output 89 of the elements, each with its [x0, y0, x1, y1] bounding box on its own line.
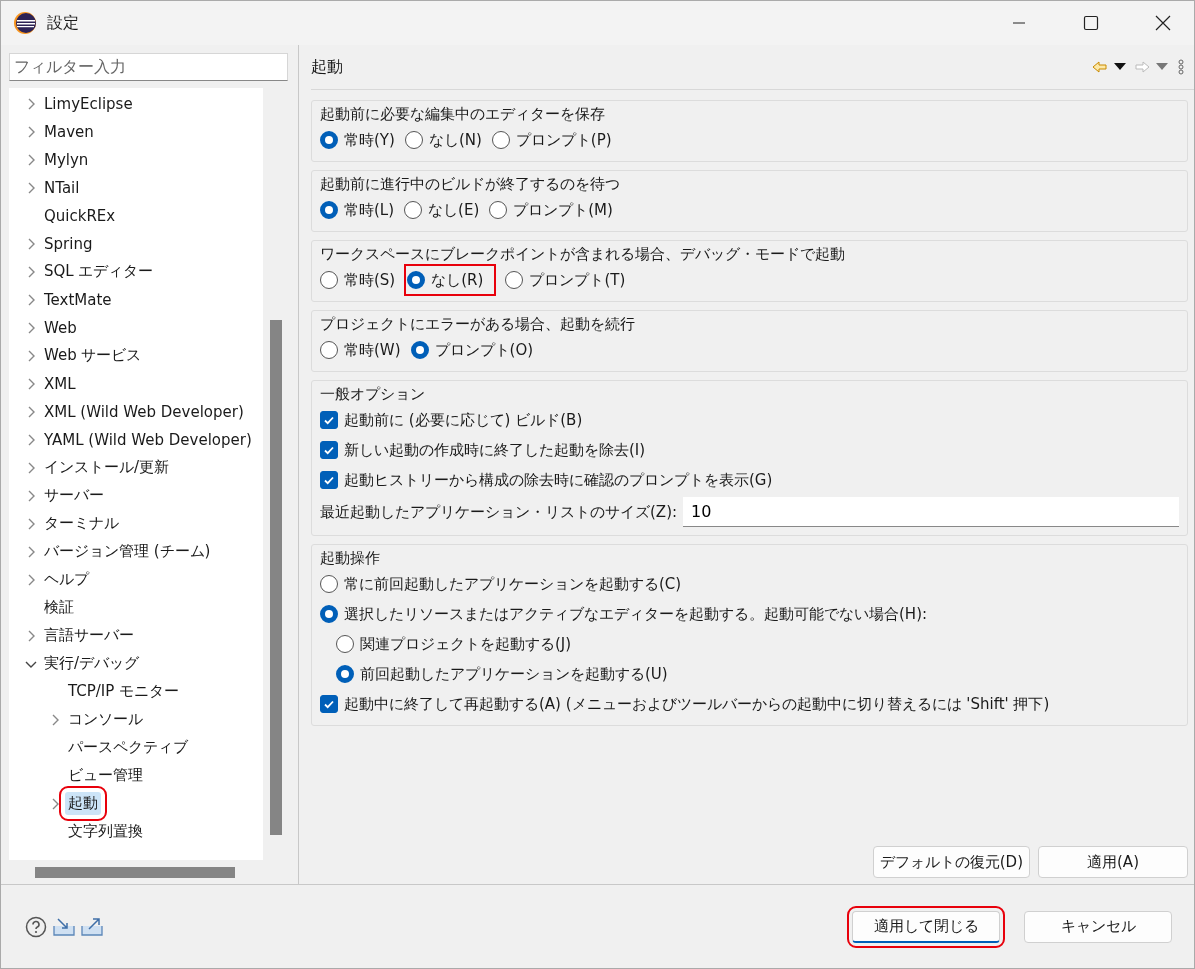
radio-indicator[interactable] [505, 271, 524, 289]
radio-indicator[interactable] [491, 131, 510, 149]
tree-item[interactable]: XML (Wild Web Developer) [41, 400, 247, 423]
radio-indicator[interactable] [336, 665, 354, 683]
checkbox-option[interactable]: 起動ヒストリーから構成の除去時に確認のプロンプトを表示(G) [320, 465, 1179, 495]
group-title: ワークスペースにブレークポイントが含まれる場合、デバッグ・モードで起動 [320, 244, 846, 265]
tree-item[interactable]: Mylyn [41, 148, 92, 171]
radio-option[interactable]: 常時(Y) [320, 125, 395, 155]
tree-item[interactable]: ターミナル [41, 512, 122, 536]
radio-option[interactable]: 前回起動したアプリケーションを起動する(U) [336, 659, 1179, 689]
radio-indicator[interactable] [404, 131, 423, 149]
radio-option[interactable]: 常時(L) [320, 195, 395, 225]
group-title: 起動前に進行中のビルドが終了するのを待つ [320, 174, 621, 195]
checkbox-option[interactable]: 起動中に終了して再起動する(A) (メニューおよびツールバーからの起動中に切り替えるには 'Shift' 押下) [320, 689, 1179, 719]
tree-item[interactable]: 言語サーバー [41, 624, 137, 648]
tree-item[interactable]: YAML (Wild Web Developer) [41, 428, 255, 451]
radio-indicator[interactable] [320, 201, 338, 219]
checkbox-indicator[interactable] [320, 441, 338, 459]
group-title: 起動前に必要な編集中のエディターを保存 [320, 104, 606, 125]
radio-option[interactable]: なし(N) [404, 125, 482, 155]
window-title: 設定 [47, 12, 80, 34]
tree-item[interactable]: TextMate [41, 288, 115, 311]
close-icon [1155, 15, 1171, 31]
input-field[interactable]: 10 [683, 497, 1179, 527]
filter-field[interactable]: フィルター入力 [9, 53, 288, 81]
radio-indicator[interactable] [320, 575, 338, 593]
scrollbar-thumb[interactable] [35, 866, 235, 878]
tree-item[interactable]: サーバー [41, 484, 107, 508]
tree-item[interactable]: SQL エディター [41, 260, 157, 284]
checkbox-option[interactable]: 起動前に (必要に応じて) ビルド(B) [320, 405, 1179, 435]
group-title: 起動操作 [320, 548, 381, 569]
back-arrow-icon[interactable] [1092, 60, 1108, 74]
tree-item[interactable]: 実行/デバッグ [41, 652, 143, 676]
tree-item[interactable]: NTail [41, 176, 83, 199]
tree-item[interactable]: LimyEclipse [41, 92, 136, 115]
page-button[interactable]: デフォルトの復元(D) [872, 846, 1030, 878]
tree-item[interactable]: Web サービス [41, 344, 145, 368]
radio-option[interactable]: プロンプト(P) [491, 125, 612, 155]
checkbox-option[interactable]: 新しい起動の作成時に終了した起動を除去(I) [320, 435, 1179, 465]
import-icon[interactable] [53, 916, 75, 937]
radio-option[interactable]: プロンプト(M) [489, 195, 613, 225]
checkbox-indicator[interactable] [320, 695, 338, 713]
export-icon[interactable] [81, 916, 103, 937]
scrollbar-thumb[interactable] [269, 319, 282, 835]
dialog-button[interactable]: キャンセル [1024, 910, 1172, 943]
radio-indicator[interactable] [410, 341, 429, 359]
group-title: 一般オプション [320, 384, 426, 405]
radio-option[interactable]: プロンプト(O) [410, 335, 534, 365]
help-icon[interactable] [25, 915, 47, 938]
tree-item[interactable]: ビュー管理 [65, 764, 146, 788]
group-title: プロジェクトにエラーがある場合、起動を続行 [320, 314, 636, 335]
tree-item[interactable]: QuickREx [41, 204, 119, 227]
radio-option[interactable]: 常時(W) [320, 335, 401, 365]
app-logo-icon [13, 11, 37, 35]
radio-indicator[interactable] [489, 201, 508, 219]
tree-item[interactable]: インストール/更新 [41, 456, 173, 480]
radio-option[interactable]: なし(E) [404, 195, 480, 225]
menu-icon[interactable] [1178, 59, 1184, 75]
radio-option[interactable]: 常に前回起動したアプリケーションを起動する(C) [320, 569, 1179, 599]
radio-option[interactable]: 関連プロジェクトを起動する(J) [336, 629, 1179, 659]
radio-indicator[interactable] [407, 271, 426, 289]
tree-item[interactable]: 文字列置換 [65, 820, 146, 844]
tree-item[interactable]: Spring [41, 232, 96, 255]
radio-indicator[interactable] [320, 341, 338, 359]
radio-indicator[interactable] [320, 131, 338, 149]
dropdown-icon[interactable] [1114, 63, 1126, 71]
radio-indicator[interactable] [320, 605, 338, 623]
tree-item[interactable]: XML [41, 372, 79, 395]
maximize-icon [1083, 15, 1099, 31]
checkbox-indicator[interactable] [320, 471, 338, 489]
tree-item[interactable]: Maven [41, 120, 97, 143]
field-label: 最近起動したアプリケーション・リストのサイズ(Z): [320, 502, 678, 522]
radio-indicator[interactable] [320, 271, 338, 289]
tree-item[interactable]: 検証 [41, 596, 77, 620]
radio-indicator[interactable] [336, 635, 354, 653]
tree-item[interactable]: TCP/IP モニター [65, 680, 183, 704]
page-button[interactable]: 適用(A) [1038, 846, 1188, 878]
tree-item[interactable]: コンソール [65, 708, 146, 732]
radio-option[interactable]: 常時(S) [320, 265, 396, 295]
radio-indicator[interactable] [404, 201, 423, 219]
tree-item[interactable]: Web [41, 316, 80, 339]
checkbox-indicator[interactable] [320, 411, 338, 429]
radio-option[interactable]: 選択したリソースまたはアクティブなエディターを起動する。起動可能でない場合(H): [320, 599, 1179, 629]
radio-option[interactable]: プロンプト(T) [505, 265, 626, 295]
tree-item[interactable]: ヘルプ [41, 568, 92, 592]
radio-option[interactable]: なし(R) [405, 265, 496, 295]
tree-item[interactable]: バージョン管理 (チーム) [41, 540, 214, 564]
tree-item[interactable]: パースペクティブ [65, 736, 191, 760]
page-title: 起動 [311, 56, 344, 78]
